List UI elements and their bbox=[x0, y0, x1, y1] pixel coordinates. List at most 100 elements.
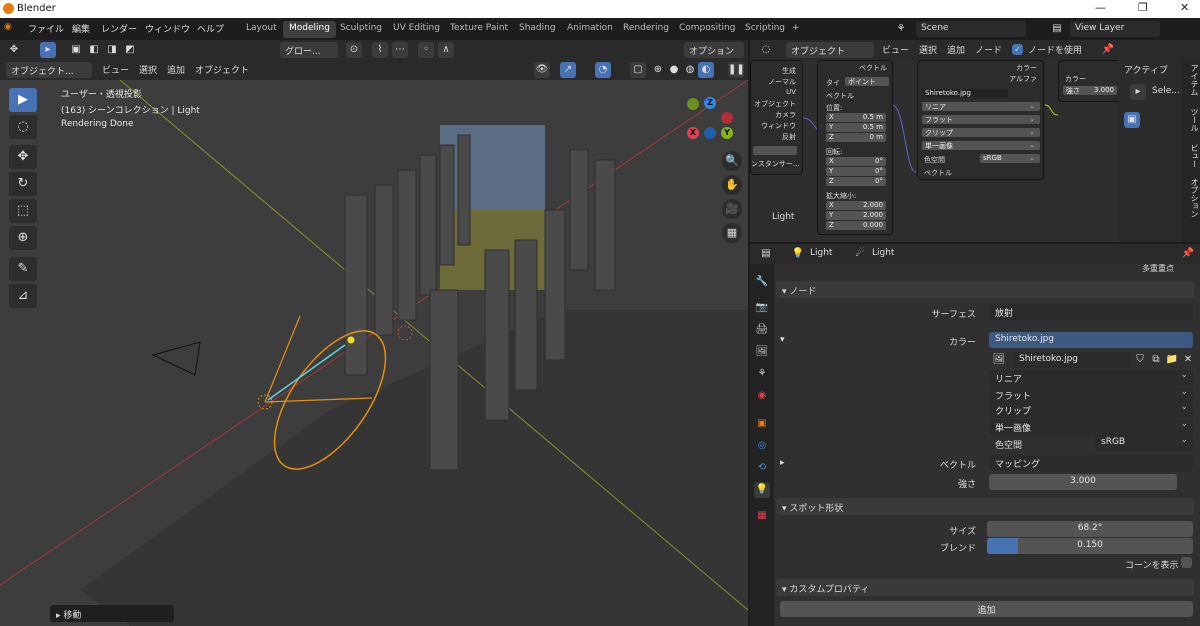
image-datablock[interactable]: Shiretoko.jpg bbox=[922, 89, 1008, 98]
wireframe-shading-icon[interactable]: ⊕ bbox=[650, 62, 666, 78]
gizmo-neg-x[interactable] bbox=[721, 112, 733, 124]
view-layer-icon[interactable]: ▤ bbox=[1049, 21, 1065, 37]
snap-target-icon[interactable]: ⋯ bbox=[392, 42, 408, 58]
scale-z[interactable]: Z 0.000 bbox=[826, 221, 886, 230]
colorspace-dropdown-prop[interactable]: sRGB bbox=[1095, 435, 1193, 451]
node-editor-type-icon[interactable]: ◌ bbox=[758, 42, 774, 58]
mode-new-icon[interactable]: ▣ bbox=[68, 42, 84, 58]
location-z[interactable]: Z 0 m bbox=[826, 133, 886, 142]
perspective-toggle-icon[interactable]: ▦ bbox=[722, 223, 742, 243]
light-tab-icon[interactable]: 💡 bbox=[754, 482, 770, 498]
light-handle[interactable] bbox=[347, 336, 355, 344]
move-tool-icon[interactable]: ✥ bbox=[9, 145, 37, 169]
scene-tab-icon[interactable]: ⚘ bbox=[754, 366, 770, 382]
select-mode-icon[interactable]: ▣ bbox=[1124, 112, 1140, 128]
tab-texture-paint[interactable]: Texture Paint bbox=[444, 21, 514, 38]
zoom-icon[interactable]: 🔍 bbox=[722, 151, 742, 171]
tab-options[interactable]: オプション bbox=[1182, 178, 1200, 218]
view-layer-field[interactable]: View Layer bbox=[1070, 21, 1160, 37]
tab-tool[interactable]: ツール bbox=[1182, 108, 1200, 132]
tab-compositing[interactable]: Compositing bbox=[673, 21, 741, 38]
spot-blend-slider[interactable]: 0.150 bbox=[987, 538, 1193, 554]
tab-rendering[interactable]: Rendering bbox=[617, 21, 675, 38]
gizmo-toggle-icon[interactable]: ↗ bbox=[560, 62, 576, 78]
tab-item[interactable]: アイテム bbox=[1182, 64, 1200, 96]
navigation-gizmo[interactable]: Z X Y bbox=[683, 94, 741, 152]
rendered-shading-icon[interactable]: ◐ bbox=[698, 62, 714, 78]
maximize-button[interactable]: ❐ bbox=[1138, 1, 1148, 14]
light-data-name[interactable]: Light bbox=[872, 248, 894, 258]
extension-dropdown[interactable]: クリップ bbox=[922, 128, 1040, 137]
editor-type-icon[interactable]: ✥ bbox=[6, 42, 22, 58]
solid-shading-icon[interactable]: ● bbox=[666, 62, 682, 78]
mode-subtract-icon[interactable]: ◨ bbox=[104, 42, 120, 58]
fake-user-shield-icon[interactable]: ⛉ bbox=[1132, 352, 1148, 368]
tab-layout[interactable]: Layout bbox=[240, 21, 283, 38]
use-nodes-checkbox[interactable]: ✓ bbox=[1012, 44, 1023, 55]
unlink-image-icon[interactable]: ✕ bbox=[1180, 352, 1196, 368]
projection-dropdown[interactable]: フラット bbox=[922, 115, 1040, 124]
rotation-y[interactable]: Y 0° bbox=[826, 167, 886, 176]
menu-render[interactable]: レンダー bbox=[101, 22, 137, 35]
texture-coordinate-node[interactable]: 生成 ノーマル UV オブジェクト カメラ ウィンドウ 反射 ンスタンサー... bbox=[750, 60, 803, 175]
rotate-tool-icon[interactable]: ↻ bbox=[9, 172, 37, 196]
show-cone-checkbox[interactable] bbox=[1181, 557, 1192, 568]
output-tab-icon[interactable]: 🖨 bbox=[754, 322, 770, 338]
proportional-edit-icon[interactable]: ◦ bbox=[418, 42, 434, 58]
image-texture-node[interactable]: カラー アルファ Shiretoko.jpg リニア フラット クリップ 単一画… bbox=[917, 60, 1044, 180]
custom-properties-section-header[interactable]: ▾ カスタムプロパティ bbox=[776, 579, 1194, 596]
spot-shape-section-header[interactable]: ▾ スポット形状 bbox=[776, 498, 1194, 515]
menu-file[interactable]: ファイル bbox=[28, 22, 64, 35]
properties-editor-type-icon[interactable]: ▤ bbox=[758, 246, 774, 262]
active-tool-icon[interactable]: ▸ bbox=[1130, 84, 1146, 100]
menu-view[interactable]: ビュー bbox=[102, 63, 129, 76]
mode-extend-icon[interactable]: ◧ bbox=[86, 42, 102, 58]
spot-size-field[interactable]: 68.2° bbox=[987, 521, 1193, 537]
color-input-field[interactable]: Shiretoko.jpg bbox=[989, 332, 1193, 348]
blender-menu-icon[interactable]: ◉ bbox=[4, 22, 12, 32]
3d-cursor[interactable] bbox=[397, 325, 413, 341]
tab-shading[interactable]: Shading bbox=[513, 21, 562, 38]
camera-view-icon[interactable]: 🎥 bbox=[722, 199, 742, 219]
constraints-tab-icon[interactable]: ⟲ bbox=[754, 460, 770, 476]
vector-mapping-field[interactable]: マッピング bbox=[989, 455, 1193, 471]
menu-select[interactable]: 選択 bbox=[139, 63, 157, 76]
visibility-icon[interactable]: 👁 bbox=[534, 62, 550, 78]
gizmo-neg-y[interactable] bbox=[687, 98, 699, 110]
color-expand-arrow[interactable]: ▾ bbox=[780, 335, 785, 345]
node-menu-select[interactable]: 選択 bbox=[919, 43, 937, 56]
gizmo-y[interactable]: Y bbox=[721, 127, 733, 139]
object-picker[interactable] bbox=[753, 146, 797, 155]
object-tab-icon[interactable]: ▣ bbox=[754, 416, 770, 432]
menu-window[interactable]: ウィンドウ bbox=[145, 22, 190, 35]
gizmo-x[interactable]: X bbox=[687, 127, 699, 139]
pin-icon[interactable]: 📌 bbox=[1100, 42, 1116, 58]
mode-invert-icon[interactable]: ◩ bbox=[122, 42, 138, 58]
annotate-tool-icon[interactable]: ✎ bbox=[9, 257, 37, 281]
source-dropdown[interactable]: 単一画像 bbox=[922, 141, 1040, 150]
menu-edit[interactable]: 編集 bbox=[72, 22, 90, 35]
menu-help[interactable]: ヘルプ bbox=[197, 22, 224, 35]
node-section-header[interactable]: ▾ ノード bbox=[776, 281, 1194, 298]
shader-type-dropdown[interactable]: オブジェクト bbox=[786, 42, 874, 58]
physics-tab-icon[interactable]: ◎ bbox=[754, 438, 770, 454]
tool-tab-icon[interactable]: 🔧 bbox=[754, 274, 770, 290]
snap-icon[interactable]: ⌇ bbox=[372, 42, 388, 58]
location-y[interactable]: Y 0.5 m bbox=[826, 123, 886, 132]
select-box-icon[interactable]: ▸ bbox=[40, 42, 56, 58]
tab-animation[interactable]: Animation bbox=[561, 21, 619, 38]
image-browse-icon[interactable]: 🖼 bbox=[991, 352, 1007, 368]
tab-sculpting[interactable]: Sculpting bbox=[334, 21, 388, 38]
scale-y[interactable]: Y 2.000 bbox=[826, 211, 886, 220]
overlay-toggle-icon[interactable]: ◔ bbox=[595, 62, 611, 78]
select-tool-icon[interactable]: ▶ bbox=[9, 88, 37, 112]
pivot-icon[interactable]: ⊙ bbox=[346, 42, 362, 58]
surface-shader-field[interactable]: 放射 bbox=[989, 304, 1193, 320]
source-dropdown-prop[interactable]: 単一画像 bbox=[989, 419, 1193, 435]
open-image-folder-icon[interactable]: 📁 bbox=[1164, 352, 1180, 368]
tab-modeling[interactable]: Modeling bbox=[283, 21, 336, 38]
image-name-field[interactable]: Shiretoko.jpg bbox=[1013, 352, 1131, 368]
last-operator-panel[interactable]: ▸ 移動 bbox=[50, 605, 174, 622]
rotation-x[interactable]: X 0° bbox=[826, 157, 886, 166]
scene-icon[interactable]: ⚘ bbox=[893, 21, 909, 37]
